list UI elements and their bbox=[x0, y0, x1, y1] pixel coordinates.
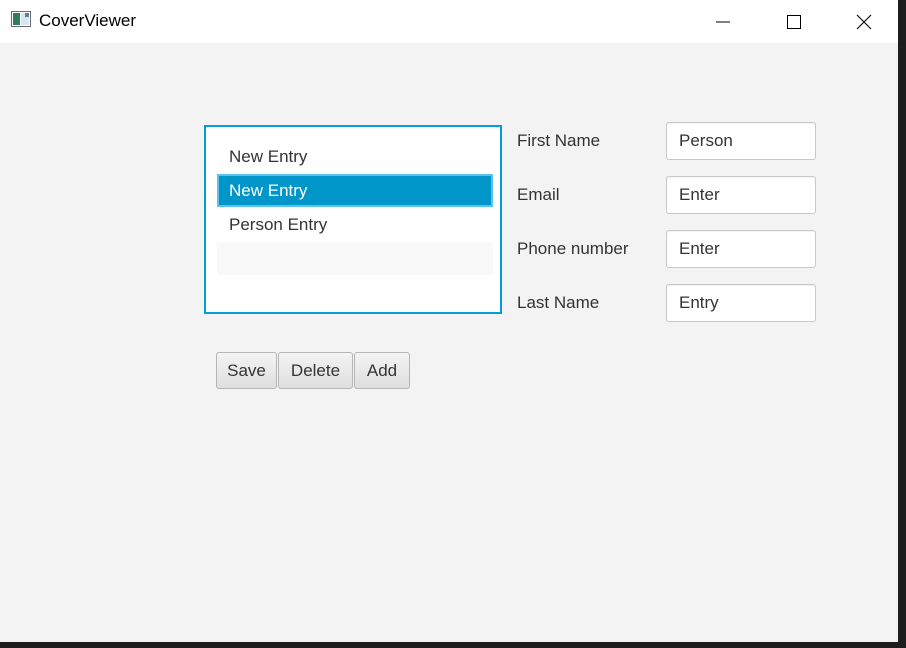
email-field[interactable] bbox=[666, 176, 816, 214]
email-label: Email bbox=[517, 185, 560, 204]
first-name-field[interactable] bbox=[666, 122, 816, 160]
last-name-field[interactable] bbox=[666, 284, 816, 322]
phone-number-field[interactable] bbox=[666, 230, 816, 268]
window-title: CoverViewer bbox=[39, 11, 137, 30]
delete-button[interactable]: Delete bbox=[278, 352, 353, 389]
list-item-empty[interactable] bbox=[217, 242, 493, 275]
phone-number-label: Phone number bbox=[517, 239, 629, 258]
first-name-label: First Name bbox=[517, 131, 601, 150]
desktop-background bbox=[898, 0, 906, 648]
list-item[interactable]: New Entry bbox=[217, 140, 493, 173]
app-window: CoverViewer New Entry New Entry Person E… bbox=[0, 0, 898, 642]
list-item[interactable]: Person Entry bbox=[217, 208, 493, 241]
save-button[interactable]: Save bbox=[216, 352, 277, 389]
entry-list[interactable]: New Entry New Entry Person Entry bbox=[204, 125, 502, 314]
minimize-icon bbox=[716, 21, 730, 22]
add-button[interactable]: Add bbox=[354, 352, 410, 389]
maximize-button[interactable] bbox=[771, 0, 817, 43]
java-app-icon bbox=[11, 11, 31, 27]
list-item-selected[interactable]: New Entry bbox=[217, 174, 493, 207]
last-name-label: Last Name bbox=[517, 293, 600, 312]
title-bar[interactable]: CoverViewer bbox=[0, 0, 898, 43]
desktop-background-bottom bbox=[0, 642, 906, 648]
close-icon bbox=[856, 14, 872, 29]
maximize-icon bbox=[787, 14, 801, 29]
close-button[interactable] bbox=[841, 0, 887, 43]
minimize-button[interactable] bbox=[700, 0, 746, 43]
